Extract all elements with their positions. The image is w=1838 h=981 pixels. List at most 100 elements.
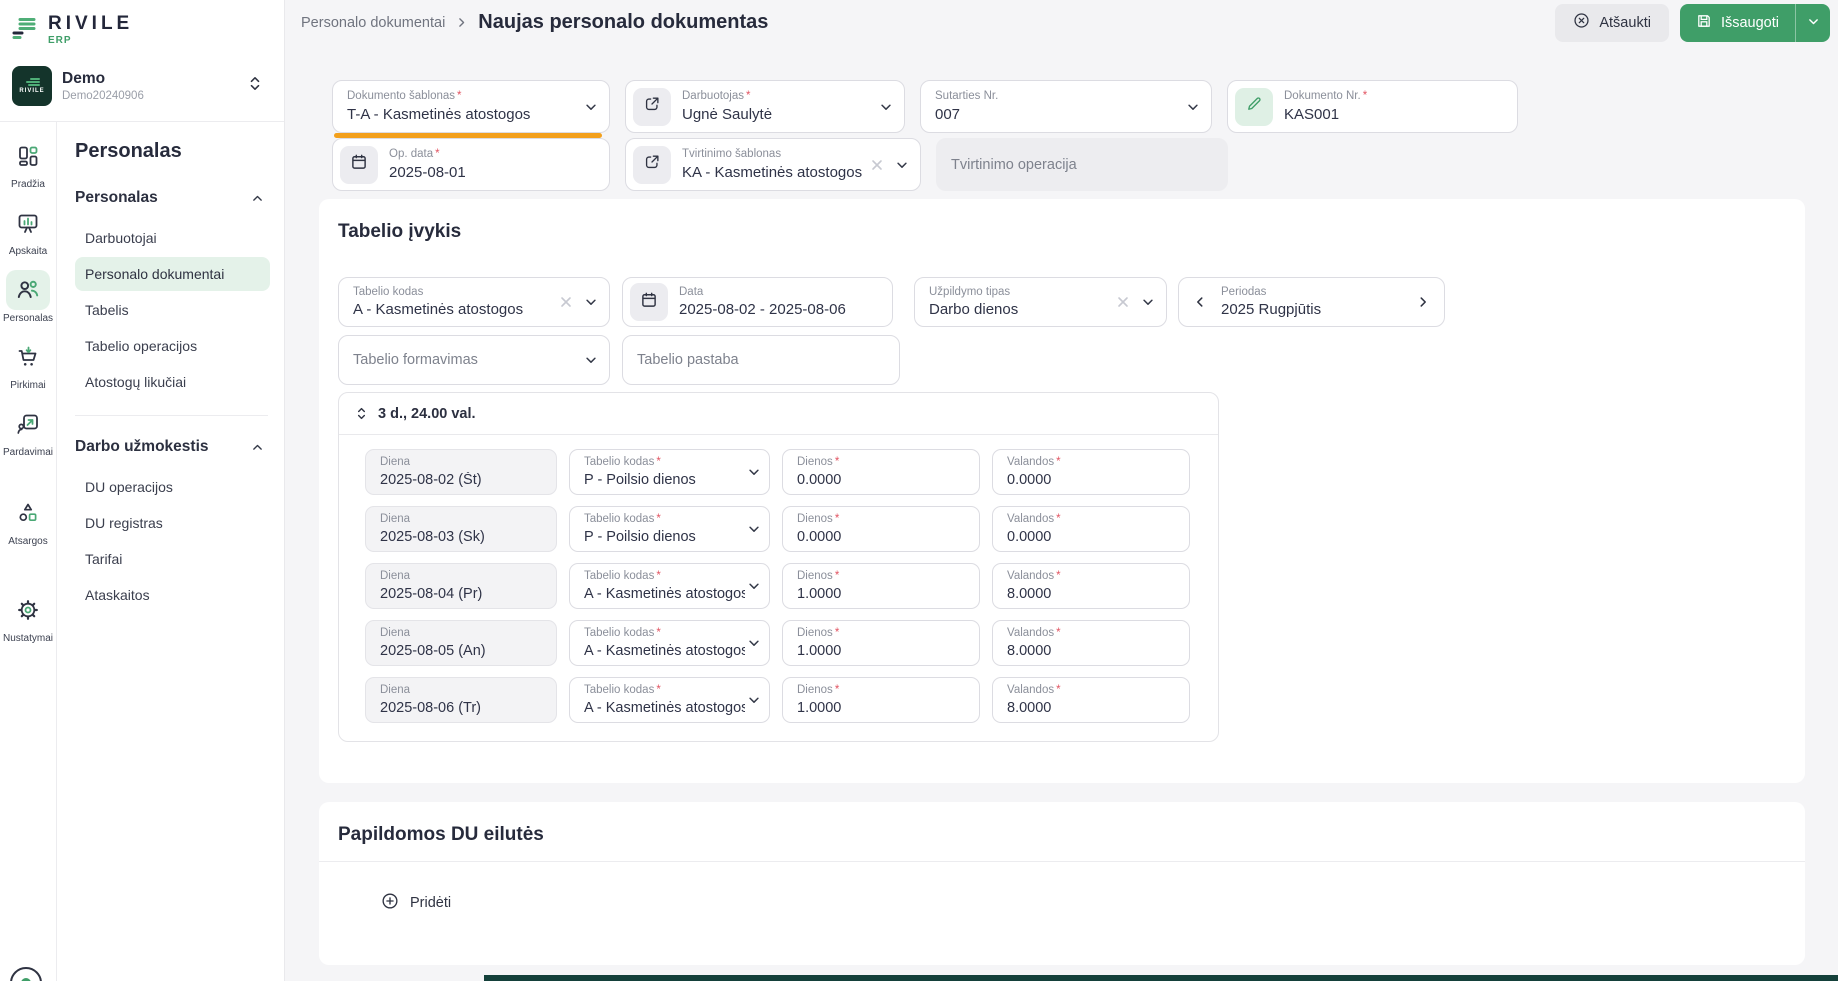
valandos-input[interactable]: Valandos* 0.0000 [992,449,1190,495]
menu-divider [75,415,268,416]
sidebar-item-atostogu-likuciai[interactable]: Atostogų likučiai [75,365,270,399]
tabelio-kodas-select[interactable]: Tabelio kodas* P - Poilsio dienos [569,506,770,552]
prev-period-button[interactable] [1193,295,1207,309]
chevron-up-icon [251,441,264,454]
uzpildymo-tipas-select[interactable]: Užpildymo tipas Darbo dienos [914,277,1167,327]
menu-section-darbo-uzmokestis[interactable]: Darbo užmokestis [75,434,270,460]
tabelio-days-card: 3 d., 24.00 val. Diena 2025-08-02 (Št) T… [338,392,1219,742]
day-row: Diena 2025-08-02 (Št) Tabelio kodas* P -… [365,449,1198,495]
calendar-button[interactable] [630,283,668,321]
tvirtinimo-sablonas-select[interactable]: Tvirtinimo šablonas KA - Kasmetinės atos… [625,138,921,191]
document-form-row-1: Dokumento šablonas* T-A - Kasmetinės ato… [332,80,1805,133]
dienos-input[interactable]: Dienos* 0.0000 [782,506,980,552]
brand-name: RIVILE [48,14,133,33]
workspace-name: Demo [62,70,238,88]
sidebar-item-ataskaitos[interactable]: Ataskaitos [75,578,270,612]
tabelio-kodas-select[interactable]: Tabelio kodas* A - Kasmetinės atostogos [569,677,770,723]
sidebar-item-tarifai[interactable]: Tarifai [75,542,270,576]
clear-icon[interactable] [1117,296,1129,308]
workspace-switcher[interactable]: RIVILE Demo Demo20240906 [10,62,272,106]
chevron-down-icon[interactable] [747,579,761,593]
clear-icon[interactable] [560,296,572,308]
diena-field: Diena 2025-08-03 (Sk) [365,506,557,552]
open-record-button[interactable] [633,146,671,184]
chevron-down-icon[interactable] [1141,295,1155,309]
op-data-datepicker[interactable]: Op. data* 2025-08-01 [332,138,610,191]
rail-item-pradzia[interactable]: Pradžia [0,136,56,190]
field-value: 2025 Rugpjūtis [1221,301,1402,318]
add-row-button[interactable]: Pridėti [381,892,451,914]
days-summary: 3 d., 24.00 val. [378,406,476,422]
valandos-input[interactable]: Valandos* 8.0000 [992,563,1190,609]
tabelio-kodas-select[interactable]: Tabelio kodas* A - Kasmetinės atostogos [569,620,770,666]
chevrons-updown-icon[interactable] [248,75,262,97]
rail-item-personalas[interactable]: Personalas [0,270,56,324]
chevron-down-icon[interactable] [747,465,761,479]
chevron-down-icon[interactable] [895,158,909,172]
sidebar-top: RIVILE ERP RIVILE Demo Demo20240906 [0,0,284,122]
dienos-input[interactable]: Dienos* 1.0000 [782,677,980,723]
header-actions: Atšaukti Išsaugoti [1555,4,1830,42]
chevron-down-icon[interactable] [1186,100,1200,114]
external-link-icon [643,95,661,118]
main: Personalo dokumentai Naujas personalo do… [285,0,1838,981]
sort-updown-icon[interactable] [355,406,368,421]
open-record-button[interactable] [633,88,671,126]
rail-item-pirkimai[interactable]: Pirkimai [0,337,56,391]
save-options-button[interactable] [1795,4,1830,42]
cancel-button[interactable]: Atšaukti [1555,4,1669,42]
tabelio-ivykis-card: Tabelio įvykis Tabelio kodas A - Kasmeti… [319,199,1805,783]
menu-section-personalas[interactable]: Personalas [75,185,270,211]
save-button[interactable]: Išsaugoti [1680,4,1795,42]
calendar-button[interactable] [340,146,378,184]
sidebar-item-tabelis[interactable]: Tabelis [75,293,270,327]
valandos-input[interactable]: Valandos* 0.0000 [992,506,1190,552]
tabelio-days-header[interactable]: 3 d., 24.00 val. [339,393,1218,435]
valandos-input[interactable]: Valandos* 8.0000 [992,620,1190,666]
dienos-input[interactable]: Dienos* 1.0000 [782,620,980,666]
sidebar-item-du-operacijos[interactable]: DU operacijos [75,470,270,504]
app-logo[interactable]: RIVILE ERP [10,12,272,46]
clear-icon[interactable] [871,159,883,171]
next-period-button[interactable] [1416,295,1430,309]
sidebar-item-tabelio-operacijos[interactable]: Tabelio operacijos [75,329,270,363]
dokumento-nr-input[interactable]: Dokumento Nr.* KAS001 [1227,80,1518,133]
pencil-icon [1245,95,1263,118]
page-title: Naujas personalo dokumentas [478,11,768,34]
rail-item-nustatymai[interactable]: Nustatymai [0,590,56,644]
sutarties-nr-select[interactable]: Sutarties Nr. 007 [920,80,1212,133]
edit-number-button[interactable] [1235,88,1273,126]
dienos-input[interactable]: Dienos* 0.0000 [782,449,980,495]
chevron-down-icon[interactable] [584,353,598,367]
dienos-input[interactable]: Dienos* 1.0000 [782,563,980,609]
save-split-button: Išsaugoti [1680,4,1830,42]
sidebar-item-darbuotojai[interactable]: Darbuotojai [75,221,270,255]
breadcrumb-parent-link[interactable]: Personalo dokumentai [301,15,445,31]
field-value: A - Kasmetinės atostogos [353,301,523,318]
tabelio-kodas-select[interactable]: Tabelio kodas* A - Kasmetinės atostogos [569,563,770,609]
tabelio-kodas-select[interactable]: Tabelio kodas* P - Poilsio dienos [569,449,770,495]
tabelio-formavimas-select[interactable]: Tabelio formavimas [338,335,610,385]
rail-item-apskaita[interactable]: Apskaita [0,203,56,257]
chevron-down-icon[interactable] [747,693,761,707]
chevron-right-icon [455,16,468,29]
darbuotojas-select[interactable]: Darbuotojas* Ugnė Saulytė [625,80,905,133]
dokumento-sablonas-select[interactable]: Dokumento šablonas* T-A - Kasmetinės ato… [332,80,610,133]
logo-bars-icon [12,14,38,45]
sidebar-item-du-registras[interactable]: DU registras [75,506,270,540]
tvirtinimo-operacija-input: Tvirtinimo operacija [936,138,1228,191]
tabelio-kodas-select[interactable]: Tabelio kodas A - Kasmetinės atostogos [338,277,610,327]
tabelio-pastaba-input[interactable]: Tabelio pastaba [622,335,900,385]
chevron-down-icon[interactable] [584,295,598,309]
topbar: Personalo dokumentai Naujas personalo do… [285,0,1838,45]
breadcrumb: Personalo dokumentai Naujas personalo do… [301,11,1555,34]
data-range-datepicker[interactable]: Data 2025-08-02 - 2025-08-06 [622,277,893,327]
chevron-down-icon[interactable] [584,100,598,114]
valandos-input[interactable]: Valandos* 8.0000 [992,677,1190,723]
sidebar-item-personalo-dokumentai[interactable]: Personalo dokumentai [75,257,270,291]
chevron-down-icon[interactable] [747,522,761,536]
rail-item-atsargos[interactable]: Atsargos [0,493,56,547]
rail-item-pardavimai[interactable]: Pardavimai [0,404,56,458]
chevron-down-icon[interactable] [879,100,893,114]
chevron-down-icon[interactable] [747,636,761,650]
